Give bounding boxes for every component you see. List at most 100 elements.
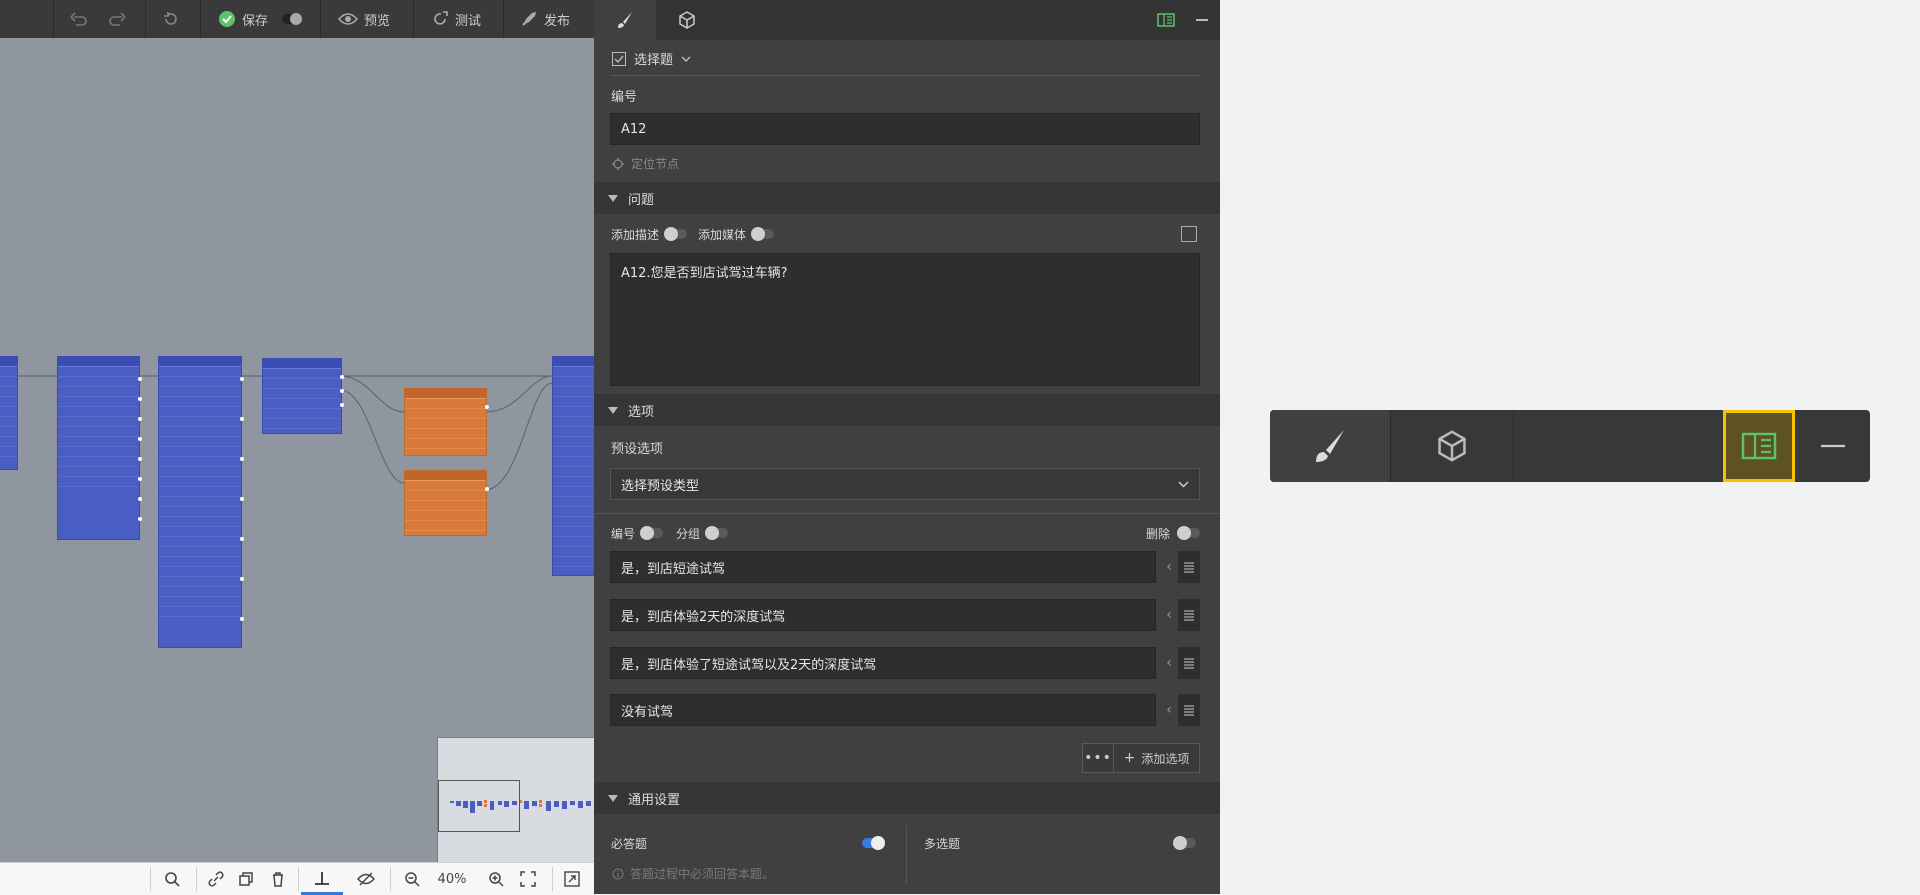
flow-node[interactable] xyxy=(0,356,18,470)
preview-button[interactable]: 预览 xyxy=(338,0,390,38)
fit-screen-button[interactable] xyxy=(514,863,542,895)
zoom-in-button[interactable] xyxy=(482,863,510,895)
panel-minimize-button-large[interactable] xyxy=(1795,410,1870,482)
add-description-label: 添加描述 xyxy=(611,228,660,242)
minimap-toggle-button[interactable] xyxy=(558,863,586,895)
info-icon xyxy=(612,867,624,880)
option-input[interactable]: 是，到店体验了短途试驾以及2天的深度试驾 xyxy=(610,647,1156,679)
flow-node[interactable] xyxy=(158,356,244,648)
divider xyxy=(610,75,1200,76)
option-row: 是，到店体验了短途试驾以及2天的深度试驾 ‹ xyxy=(610,647,1200,679)
flow-node[interactable] xyxy=(262,358,344,434)
toolbar-divider xyxy=(145,0,146,38)
number-input[interactable]: A12 xyxy=(610,113,1200,145)
add-media-label: 添加媒体 xyxy=(698,228,747,242)
link-button[interactable] xyxy=(202,863,230,895)
hide-button[interactable] xyxy=(352,863,380,895)
drag-handle-icon[interactable] xyxy=(1178,551,1200,583)
section-question-header[interactable]: 问题 xyxy=(594,182,1220,214)
chevron-down-icon xyxy=(681,56,691,62)
panel-layout-button-highlighted[interactable] xyxy=(1723,410,1795,482)
multi-select-label: 多选题 xyxy=(924,837,961,851)
drag-handle-icon[interactable] xyxy=(1178,599,1200,631)
section-options-header[interactable]: 选项 xyxy=(594,394,1220,426)
link-icon xyxy=(208,871,224,887)
question-type-label: 选择题 xyxy=(634,53,674,68)
minimap-viewport[interactable] xyxy=(438,780,520,832)
multi-select-toggle[interactable] xyxy=(1173,836,1196,850)
panel-minimize-button[interactable] xyxy=(1184,0,1220,40)
fullscreen-icon xyxy=(520,871,536,887)
autosave-toggle[interactable] xyxy=(282,13,303,25)
panel-layout-button[interactable] xyxy=(1148,0,1184,40)
undo-icon xyxy=(70,12,87,26)
required-toggle[interactable] xyxy=(862,836,885,850)
bottom-divider xyxy=(390,867,391,891)
copy-icon xyxy=(239,872,253,886)
add-media-toggle[interactable] xyxy=(751,227,774,241)
option-input[interactable]: 是，到店体验2天的深度试驾 xyxy=(610,599,1156,631)
flow-node[interactable] xyxy=(404,388,489,456)
question-type-selector[interactable]: 选择题 xyxy=(612,49,691,68)
flow-node[interactable] xyxy=(404,470,489,536)
option-delete-label: 删除 xyxy=(1146,527,1171,541)
floating-panel-toolbar xyxy=(1270,410,1870,482)
flow-canvas[interactable] xyxy=(0,38,594,862)
minus-icon xyxy=(1196,19,1208,21)
undo-button[interactable] xyxy=(70,0,88,38)
chevron-left-icon[interactable]: ‹ xyxy=(1162,647,1176,679)
flow-node[interactable] xyxy=(57,356,142,540)
add-option-label: 添加选项 xyxy=(1141,751,1190,766)
publish-button[interactable]: 发布 xyxy=(520,0,570,38)
tab-logic-large[interactable] xyxy=(1391,410,1513,482)
tab-style[interactable] xyxy=(594,0,656,40)
minimap[interactable] xyxy=(437,737,594,862)
bottom-divider xyxy=(150,867,151,891)
search-button[interactable] xyxy=(158,863,186,895)
cube-icon xyxy=(1438,430,1466,462)
required-hint-text: 答题过程中必须回答本题。 xyxy=(630,867,775,881)
redo-button[interactable] xyxy=(108,0,126,38)
add-option-button[interactable]: + 添加选项 xyxy=(1114,750,1199,767)
option-number-toggle[interactable] xyxy=(640,526,663,540)
zoom-in-icon xyxy=(489,872,504,887)
rocket-icon xyxy=(522,12,536,26)
locate-node-button[interactable]: 定位节点 xyxy=(612,155,679,172)
crosshair-icon xyxy=(612,157,624,170)
more-icon[interactable]: ••• xyxy=(1083,744,1114,772)
expand-icon xyxy=(564,871,580,887)
delete-button[interactable] xyxy=(264,863,292,895)
question-text-area[interactable]: A12.您是否到店试驾过车辆? xyxy=(610,253,1200,386)
drag-handle-icon[interactable] xyxy=(1178,694,1200,726)
align-button[interactable] xyxy=(301,863,343,895)
copy-button[interactable] xyxy=(232,863,260,895)
reset-button[interactable] xyxy=(163,0,179,38)
bottom-divider xyxy=(196,867,197,891)
section-general-header[interactable]: 通用设置 xyxy=(594,782,1220,814)
tab-logic[interactable] xyxy=(656,0,718,40)
test-icon xyxy=(434,11,448,25)
option-group-toggle[interactable] xyxy=(705,526,728,540)
collapse-icon xyxy=(608,194,618,202)
preset-select[interactable]: 选择预设类型 xyxy=(610,468,1200,500)
panel-layout-icon xyxy=(1157,13,1175,27)
option-number-label: 编号 xyxy=(611,527,636,541)
option-input[interactable]: 是，到店短途试驾 xyxy=(610,551,1156,583)
property-panel: 选择题 编号 A12 定位节点 问题 添加描述 添加媒体 A12.您是否到店试驾… xyxy=(594,0,1220,894)
save-button[interactable]: 保存 xyxy=(218,0,303,38)
add-description-toggle[interactable] xyxy=(664,227,687,241)
option-delete-toggle[interactable] xyxy=(1177,526,1200,540)
chevron-left-icon[interactable]: ‹ xyxy=(1162,599,1176,631)
trash-icon xyxy=(273,872,283,887)
chevron-left-icon[interactable]: ‹ xyxy=(1162,694,1176,726)
tab-style-large[interactable] xyxy=(1270,410,1390,482)
minus-icon xyxy=(1820,444,1845,448)
chevron-left-icon[interactable]: ‹ xyxy=(1162,551,1176,583)
panel-tabs xyxy=(594,0,1220,40)
zoom-out-button[interactable] xyxy=(398,863,426,895)
flow-node[interactable] xyxy=(552,356,594,576)
test-button[interactable]: 测试 xyxy=(431,0,481,38)
drag-handle-icon[interactable] xyxy=(1178,647,1200,679)
question-checkbox[interactable] xyxy=(1181,226,1197,242)
option-input[interactable]: 没有试驾 xyxy=(610,694,1156,726)
